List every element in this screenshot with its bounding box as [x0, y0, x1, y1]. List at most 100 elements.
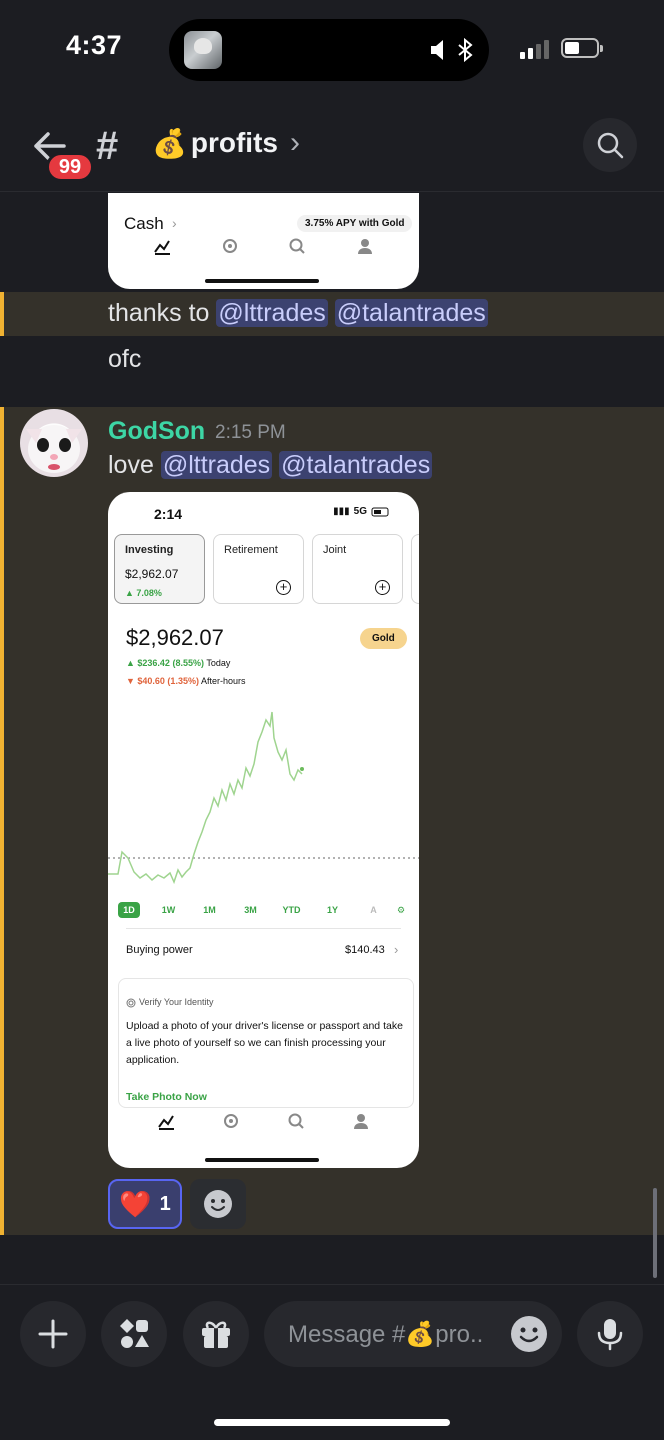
message-timestamp: 2:15 PM: [215, 422, 286, 443]
message-text: thanks to @lttrades @talantrades: [108, 299, 488, 328]
status-bar: 4:37: [0, 0, 664, 100]
plus-icon: +: [276, 580, 291, 595]
verify-title: Verify Your Identity: [139, 997, 214, 1007]
image-attachment[interactable]: Cash › 3.75% APY with Gold: [108, 193, 419, 289]
now-playing-avatar: [184, 31, 222, 69]
account-card-joint: Joint +: [312, 534, 403, 604]
settings-gear-icon: ⚙: [396, 904, 406, 915]
bluetooth-icon: [458, 38, 473, 62]
range-1w: 1W: [161, 905, 176, 915]
dynamic-island: [169, 19, 489, 81]
attach-button[interactable]: [20, 1301, 86, 1367]
gift-icon: [202, 1321, 230, 1348]
verify-body: Upload a photo of your driver's license …: [126, 1020, 403, 1066]
author-name[interactable]: GodSon: [108, 417, 205, 446]
chevron-right-icon: ›: [172, 215, 177, 231]
gold-badge: Gold: [360, 628, 407, 649]
range-1y: 1Y: [326, 905, 338, 915]
apps-icon: [120, 1319, 149, 1348]
account-card-investing: Investing $2,962.07 ▲ 7.08%: [114, 534, 205, 604]
cellular-signal-icon: [520, 40, 549, 59]
message-composer: Message #💰pro..: [0, 1284, 664, 1440]
portfolio-balance: $2,962.07: [126, 625, 224, 650]
search-button[interactable]: [583, 118, 637, 172]
home-indicator: [214, 1419, 450, 1426]
divider: [126, 928, 401, 929]
clock: 4:37: [66, 30, 123, 60]
fingerprint-icon: [126, 998, 136, 1008]
buying-power-label: Buying power: [126, 944, 193, 956]
app-tab-bar: [108, 1112, 419, 1142]
search-icon: [288, 1113, 304, 1129]
chevron-right-icon: ›: [394, 942, 399, 957]
user-mention[interactable]: @lttrades: [160, 451, 273, 479]
voice-message-button[interactable]: [577, 1301, 643, 1367]
channel-hash-icon: #: [96, 124, 119, 168]
screenshot-status-icons: ▮▮▮ 5G: [333, 506, 391, 517]
verify-identity-card: Verify Your Identity Upload a photo of y…: [118, 978, 414, 1108]
add-reaction-button[interactable]: [190, 1179, 246, 1229]
user-mention[interactable]: @lttrades: [216, 299, 328, 327]
account-value: $2,962.07: [125, 567, 179, 581]
emoji-icon[interactable]: [510, 1315, 548, 1353]
cash-label: Cash: [124, 214, 164, 233]
gift-button[interactable]: [183, 1301, 249, 1367]
reaction-count: 1: [159, 1192, 171, 1215]
range-ytd: YTD: [282, 905, 301, 915]
apy-pill: 3.75% APY with Gold: [297, 215, 413, 232]
heart-icon: ❤️: [119, 1189, 152, 1219]
apps-button[interactable]: [101, 1301, 167, 1367]
today-change-value: ▲ $236.42 (8.55%): [126, 658, 204, 668]
message-list[interactable]: Cash › 3.75% APY with Gold thanks to @lt…: [0, 193, 664, 1283]
account-name: Investing: [125, 544, 174, 556]
afterhours-change: ▼ $40.60 (1.35%) After-hours: [126, 676, 246, 686]
battery-icon: [561, 38, 603, 58]
account-change: ▲ 7.08%: [125, 588, 162, 598]
range-1m: 1M: [203, 905, 216, 915]
plus-icon: +: [375, 580, 390, 595]
buying-power-value: $140.43: [345, 944, 385, 956]
plus-icon: [38, 1319, 68, 1349]
scrollbar[interactable]: [653, 1188, 657, 1278]
account-card-retirement: Retirement +: [213, 534, 304, 604]
account-name: Retirement: [224, 544, 278, 556]
portfolio-line-chart: [108, 711, 419, 885]
image-attachment[interactable]: 2:14 ▮▮▮ 5G Investing $2,962.07 ▲ 7.08% …: [108, 492, 419, 1168]
message-text-prefix: thanks to: [108, 299, 217, 327]
message-text: ofc: [108, 345, 142, 373]
chart-icon: [157, 1115, 174, 1130]
microphone-icon: [597, 1319, 623, 1351]
account-name: Joint: [323, 544, 347, 556]
range-all: A: [370, 905, 377, 915]
channel-header: 99 # 💰 profits ›: [0, 100, 664, 192]
take-photo-link: Take Photo Now: [126, 1091, 207, 1103]
silent-mode-icon: [431, 40, 443, 60]
channel-emoji: 💰: [152, 127, 187, 159]
channel-title[interactable]: 💰 profits ›: [152, 126, 300, 160]
user-mention[interactable]: @talantrades: [279, 451, 433, 479]
home-indicator: [205, 1158, 319, 1162]
range-3m: 3M: [244, 905, 257, 915]
account-card-partial: [411, 534, 419, 604]
message-text-prefix: love: [108, 451, 161, 479]
search-icon: [289, 238, 306, 254]
heart-reaction[interactable]: ❤️ 1: [108, 1179, 182, 1229]
profile-icon: [358, 239, 373, 254]
home-indicator: [205, 279, 319, 283]
crypto-icon: [222, 239, 237, 253]
time-range-selector: 1D 1W 1M 3M YTD 1Y A ⚙: [118, 902, 408, 918]
screenshot-clock: 2:14: [154, 506, 183, 522]
message-input[interactable]: Message #💰pro..: [264, 1301, 562, 1367]
afterhours-label: After-hours: [200, 676, 246, 686]
avatar[interactable]: [20, 409, 88, 477]
search-icon: [597, 132, 624, 159]
channel-name: profits: [190, 127, 278, 158]
unread-badge: 99: [46, 152, 94, 182]
battery-icon: [371, 507, 389, 516]
signal-icon: ▮▮▮: [333, 506, 350, 517]
smiley-icon: [204, 1190, 232, 1218]
user-mention[interactable]: @talantrades: [334, 299, 488, 327]
app-tab-bar: [108, 237, 419, 263]
cat-avatar-image: [26, 425, 82, 473]
range-1d: 1D: [118, 902, 140, 918]
